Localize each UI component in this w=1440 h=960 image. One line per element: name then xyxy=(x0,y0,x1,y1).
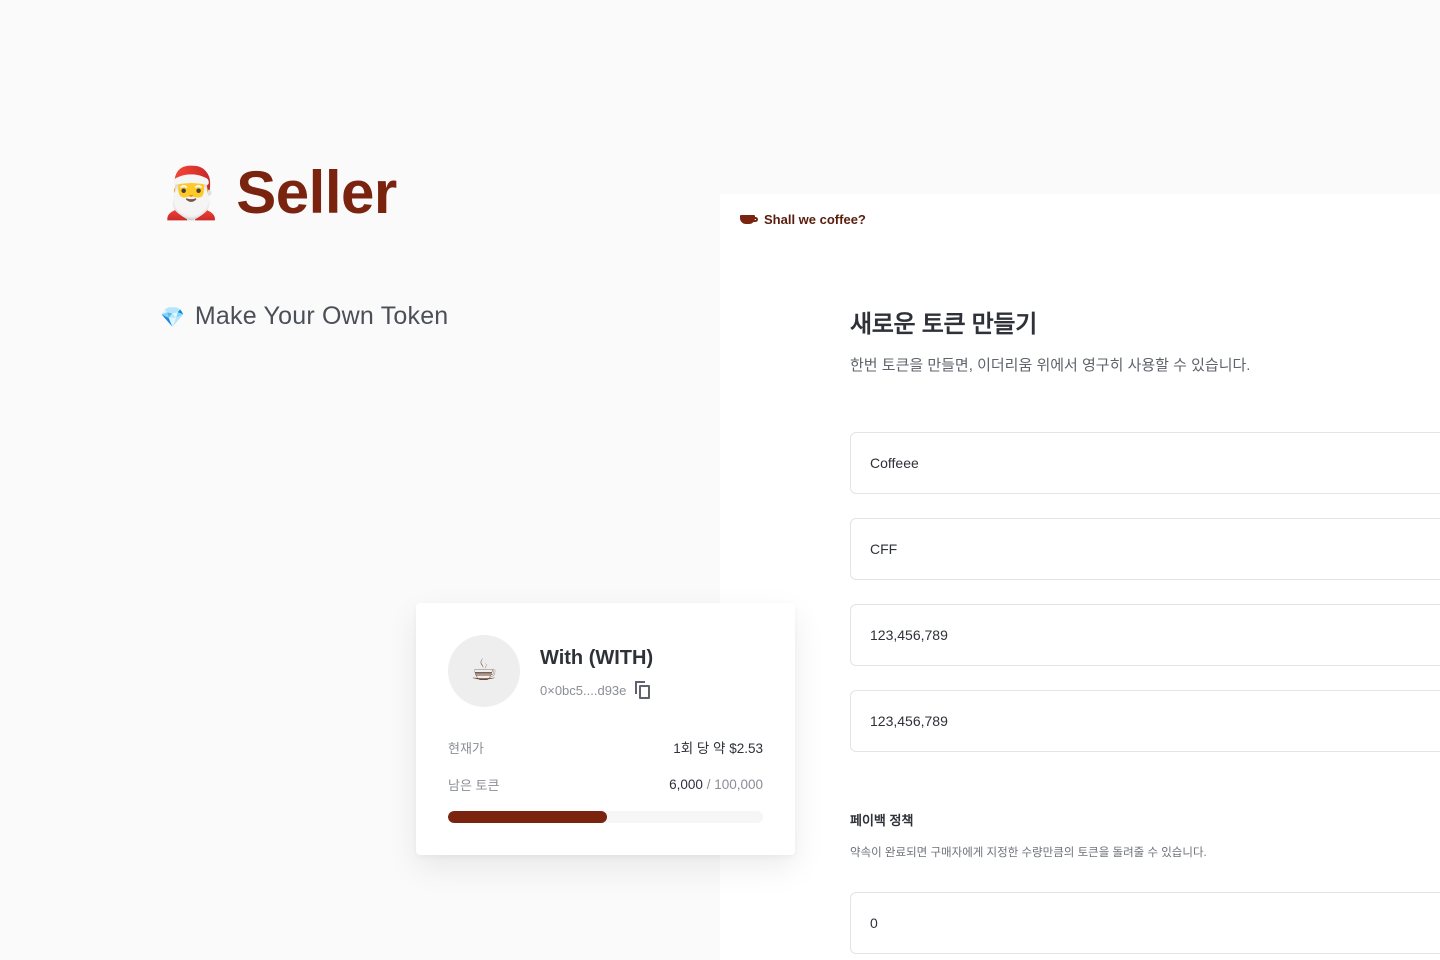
token-symbol-input[interactable] xyxy=(850,518,1440,580)
brand-name: Shall we coffee? xyxy=(764,212,866,227)
token-avatar: ☕ xyxy=(448,635,520,707)
price-value: 1회 당 약 $2.53 xyxy=(673,741,763,756)
form-title: 새로운 토큰 만들기 xyxy=(850,311,1037,338)
create-token-panel: Shall we coffee? 새로운 토큰 만들기 한번 토큰을 만들면, … xyxy=(720,194,1440,960)
santa-icon: 🎅 xyxy=(160,163,223,222)
coffee-cup-icon xyxy=(740,213,758,227)
hero-subtitle-text: Make Your Own Token xyxy=(194,302,449,330)
payback-policy-title: 페이백 정책 xyxy=(850,813,914,828)
token-amount-input[interactable] xyxy=(850,690,1440,752)
brand-logo[interactable]: Shall we coffee? xyxy=(740,212,866,227)
form-description: 한번 토큰을 만들면, 이더리움 위에서 영구히 사용할 수 있습니다. xyxy=(850,357,1251,374)
remaining-progress-bar xyxy=(448,811,763,823)
price-row: 현재가 1회 당 약 $2.53 xyxy=(448,737,763,757)
total-supply-input[interactable] xyxy=(850,604,1440,666)
remaining-progress-fill xyxy=(448,811,608,823)
token-name: With (WITH) xyxy=(540,647,654,669)
token-name-input[interactable] xyxy=(850,432,1440,494)
token-card[interactable]: ☕ With (WITH) 0×0bc5....d93e 현재가 1회 당 약 … xyxy=(416,603,795,855)
token-address: 0×0bc5....d93e xyxy=(540,682,627,698)
hero-subtitle: 💎 Make Your Own Token xyxy=(160,302,448,331)
token-address-row: 0×0bc5....d93e xyxy=(540,681,652,699)
hero-title-text: Seller xyxy=(236,159,397,226)
payback-policy-description: 약속이 완료되면 구매자에게 지정한 수량만큼의 토큰을 돌려줄 수 있습니다. xyxy=(850,847,1207,859)
hero-title: 🎅 Seller xyxy=(160,158,397,227)
gem-icon: 💎 xyxy=(160,304,185,329)
copy-icon[interactable] xyxy=(634,681,652,699)
remaining-value: 6,000 xyxy=(669,777,703,792)
remaining-total: / 100,000 xyxy=(706,777,763,792)
remaining-label: 남은 토큰 xyxy=(448,778,500,793)
price-label: 현재가 xyxy=(448,740,484,756)
remaining-value-group: 6,000 / 100,000 xyxy=(669,777,763,792)
payback-amount-input[interactable] xyxy=(850,892,1440,954)
remaining-row: 남은 토큰 6,000 / 100,000 xyxy=(448,775,763,794)
coffee-icon: ☕ xyxy=(470,653,498,688)
